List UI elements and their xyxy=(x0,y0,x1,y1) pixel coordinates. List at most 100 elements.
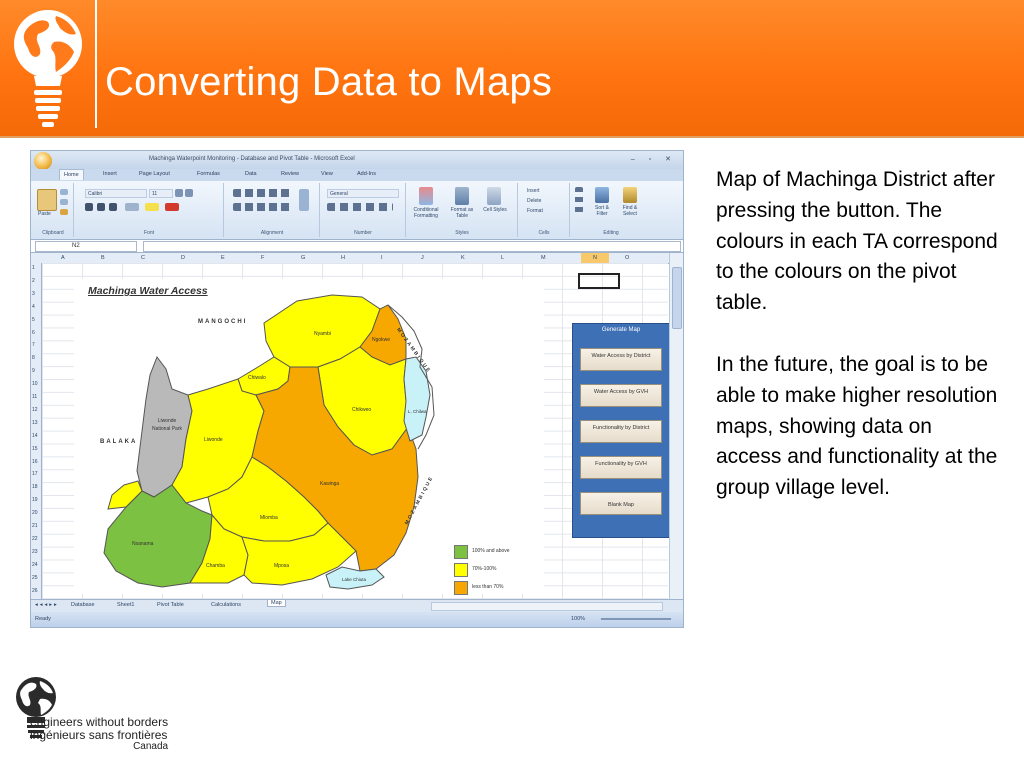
row-header[interactable]: 5 xyxy=(32,317,35,323)
zoom-slider[interactable] xyxy=(601,618,671,620)
paste-icon[interactable] xyxy=(37,189,57,211)
format-painter-icon[interactable] xyxy=(60,209,68,215)
find-select-icon[interactable] xyxy=(623,187,637,203)
underline-icon[interactable] xyxy=(109,203,117,211)
tab-add-ins[interactable]: Add-Ins xyxy=(357,171,376,177)
column-header[interactable]: C xyxy=(141,255,145,261)
tab-view[interactable]: View xyxy=(321,171,333,177)
row-header[interactable]: 21 xyxy=(32,523,38,529)
column-header[interactable]: E xyxy=(221,255,225,261)
tab-page-layout[interactable]: Page Layout xyxy=(139,171,170,177)
sheet-tab[interactable]: Database xyxy=(71,602,95,608)
column-header[interactable]: L xyxy=(501,255,504,261)
italic-icon[interactable] xyxy=(97,203,105,211)
column-header[interactable]: K xyxy=(461,255,465,261)
row-header[interactable]: 26 xyxy=(32,588,38,594)
row-header[interactable]: 7 xyxy=(32,342,35,348)
tab-formulas[interactable]: Formulas xyxy=(197,171,220,177)
water-access-by-gvh-button[interactable]: Water Access by GVH xyxy=(580,384,662,407)
row-header[interactable]: 18 xyxy=(32,484,38,490)
delete-cells-button[interactable]: Delete xyxy=(527,198,541,204)
autosum-icons[interactable] xyxy=(575,187,583,213)
sheet-tab[interactable]: Calculations xyxy=(211,602,241,608)
row-header[interactable]: 14 xyxy=(32,433,38,439)
row-header[interactable]: 16 xyxy=(32,459,38,465)
shrink-font-icon[interactable] xyxy=(185,189,193,197)
window-controls-icon[interactable]: – ▫ ✕ xyxy=(631,155,677,163)
row-header[interactable]: 20 xyxy=(32,510,38,516)
column-header[interactable]: D xyxy=(181,255,185,261)
row-header[interactable]: 2 xyxy=(32,278,35,284)
tab-data[interactable]: Data xyxy=(245,171,257,177)
conditional-formatting-icon[interactable] xyxy=(419,187,433,205)
sort-filter-icon[interactable] xyxy=(595,187,609,203)
tab-home[interactable]: Home xyxy=(59,169,84,180)
column-header[interactable]: I xyxy=(381,255,383,261)
row-header[interactable]: 9 xyxy=(32,368,35,374)
copy-icon[interactable] xyxy=(60,199,68,205)
water-access-by-district-button[interactable]: Water Access by District xyxy=(580,348,662,371)
row-header[interactable]: 10 xyxy=(32,381,38,387)
font-color-icon[interactable] xyxy=(165,203,179,211)
fill-color-icon[interactable] xyxy=(145,203,159,211)
font-size-select[interactable]: 11 xyxy=(149,189,173,198)
tab-insert[interactable]: Insert xyxy=(103,171,117,177)
row-header[interactable]: 8 xyxy=(32,355,35,361)
row-header[interactable]: 22 xyxy=(32,536,38,542)
column-header[interactable]: F xyxy=(261,255,264,261)
column-header[interactable]: J xyxy=(421,255,424,261)
name-box[interactable]: N2 xyxy=(35,241,137,252)
group-label-styles: Styles xyxy=(455,230,469,236)
row-header[interactable]: 3 xyxy=(32,291,35,297)
column-header-selected[interactable]: N xyxy=(581,253,609,263)
align-top-icons[interactable] xyxy=(233,189,293,197)
functionality-by-district-button[interactable]: Functionality by District xyxy=(580,420,662,443)
scrollbar-thumb[interactable] xyxy=(672,267,682,329)
wrap-text-icon[interactable] xyxy=(299,189,309,211)
formula-input[interactable] xyxy=(143,241,681,252)
sheet-tab[interactable]: Pivot Table xyxy=(157,602,184,608)
blank-map-button[interactable]: Blank Map xyxy=(580,492,662,515)
row-header[interactable]: 25 xyxy=(32,575,38,581)
number-format-select[interactable]: General xyxy=(327,189,399,198)
column-header[interactable]: G xyxy=(301,255,305,261)
align-left-icons[interactable] xyxy=(233,203,293,211)
row-header[interactable]: 6 xyxy=(32,330,35,336)
grow-font-icon[interactable] xyxy=(175,189,183,197)
row-header[interactable]: 12 xyxy=(32,407,38,413)
row-header[interactable]: 19 xyxy=(32,497,38,503)
column-header[interactable]: H xyxy=(341,255,345,261)
ribbon-group-clipboard: Paste Clipboard xyxy=(33,183,74,237)
sheet-tab[interactable]: Sheet1 xyxy=(117,602,134,608)
row-header[interactable]: 11 xyxy=(32,394,37,400)
format-as-table-icon[interactable] xyxy=(455,187,469,205)
row-header[interactable]: 23 xyxy=(32,549,38,555)
zoom-level[interactable]: 100% xyxy=(571,616,585,622)
row-header[interactable]: 17 xyxy=(32,471,38,477)
selected-cell[interactable] xyxy=(578,273,620,289)
horizontal-scrollbar[interactable] xyxy=(431,602,663,611)
row-header[interactable]: 13 xyxy=(32,420,38,426)
borders-icon[interactable] xyxy=(125,203,139,211)
bold-icon[interactable] xyxy=(85,203,93,211)
cut-icon[interactable] xyxy=(60,189,68,195)
sheet-nav-arrows-icon[interactable]: ◂◂◂▸▸ xyxy=(35,602,59,608)
column-header[interactable]: A xyxy=(61,255,65,261)
cell-styles-icon[interactable] xyxy=(487,187,501,205)
font-name-select[interactable]: Calibri xyxy=(85,189,147,198)
row-header[interactable]: 24 xyxy=(32,562,38,568)
number-format-icons[interactable] xyxy=(327,203,393,211)
column-header[interactable]: M xyxy=(541,255,546,261)
format-cells-button[interactable]: Format xyxy=(527,208,543,214)
tab-review[interactable]: Review xyxy=(281,171,299,177)
row-header[interactable]: 4 xyxy=(32,304,35,310)
vertical-scrollbar[interactable] xyxy=(669,253,683,599)
office-button-icon[interactable] xyxy=(34,152,52,170)
row-header[interactable]: 1 xyxy=(32,265,35,271)
sheet-tab-active[interactable]: Map xyxy=(267,600,286,607)
row-header[interactable]: 15 xyxy=(32,446,38,452)
insert-cells-button[interactable]: Insert xyxy=(527,188,540,194)
functionality-by-gvh-button[interactable]: Functionality by GVH xyxy=(580,456,662,479)
column-header[interactable]: O xyxy=(625,255,629,261)
column-header[interactable]: B xyxy=(101,255,105,261)
